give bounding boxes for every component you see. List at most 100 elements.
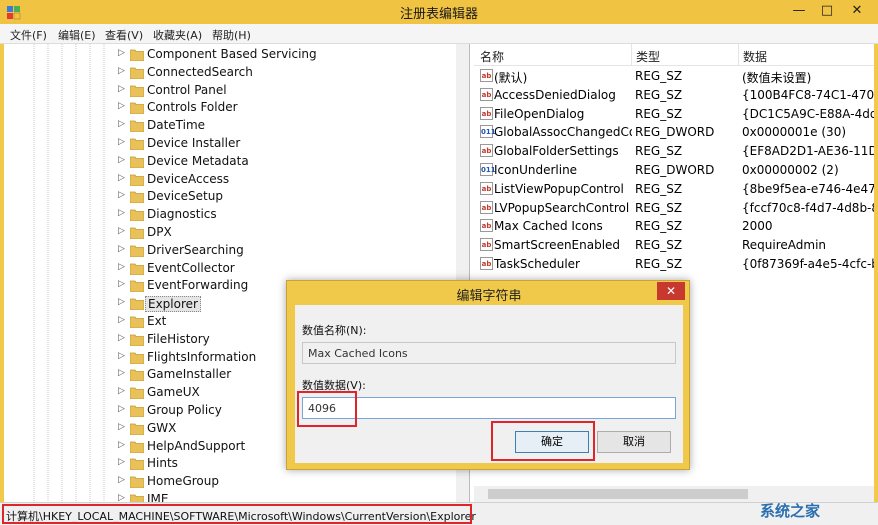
- tree-item-label: HomeGroup: [147, 474, 219, 489]
- expand-arrow-icon[interactable]: ▷: [118, 66, 125, 76]
- tree-item-label: Group Policy: [147, 403, 222, 417]
- expand-arrow-icon[interactable]: ▷: [118, 351, 125, 361]
- scrollbar-thumb[interactable]: [488, 489, 748, 499]
- column-separator[interactable]: [631, 44, 632, 66]
- column-data-header[interactable]: 数据: [743, 48, 767, 65]
- dialog-close-button[interactable]: ✕: [657, 282, 685, 300]
- menu-view[interactable]: 查看(V): [105, 27, 143, 43]
- expand-arrow-icon[interactable]: ▷: [118, 84, 125, 94]
- value-type-cell: REG_SZ: [635, 87, 683, 102]
- folder-icon: [130, 49, 144, 61]
- expand-arrow-icon[interactable]: ▷: [118, 422, 125, 432]
- tree-item-label: EventCollector: [147, 260, 235, 275]
- table-row[interactable]: 011 IconUnderline REG_DWORD 0x00000002 (2): [474, 161, 874, 180]
- column-separator[interactable]: [738, 44, 739, 66]
- table-row[interactable]: ab FileOpenDialog REG_SZ {DC1C5A9C-E88A-4dd…: [474, 105, 874, 124]
- value-data-cell: 0x0000001e (30): [742, 125, 847, 140]
- tree-item[interactable]: ▷ ConnectedSearch: [118, 64, 458, 82]
- list-header: 名称 类型 数据: [474, 44, 874, 66]
- cancel-button[interactable]: 取消: [597, 431, 671, 453]
- table-row[interactable]: 011GlobalAssocChangedCo...REG_DWORD 0x000…: [474, 123, 874, 142]
- tree-item[interactable]: ▷ DeviceSetup: [118, 188, 458, 206]
- value-data-cell: {DC1C5A9C-E88A-4dde-A: [742, 106, 874, 121]
- tree-item[interactable]: ▷ DeviceAccess: [118, 171, 458, 189]
- table-row[interactable]: ab AccessDeniedDialog REG_SZ {100B4FC8-74C1…: [474, 86, 874, 105]
- tree-item[interactable]: ▷ Device Metadata: [118, 153, 458, 171]
- menu-file[interactable]: 文件(F): [10, 27, 47, 43]
- folder-icon: [130, 174, 144, 186]
- value-data-input[interactable]: 4096: [302, 397, 676, 419]
- close-window-button[interactable]: ✕: [844, 2, 870, 20]
- expand-arrow-icon[interactable]: ▷: [118, 315, 125, 325]
- expand-arrow-icon[interactable]: ▷: [118, 333, 125, 343]
- value-data-cell: (数值未设置): [742, 71, 812, 85]
- menu-bar: 文件(F) 编辑(E) 查看(V) 收藏夹(A) 帮助(H): [0, 24, 878, 44]
- tree-item[interactable]: ▷ DateTime: [118, 117, 458, 135]
- tree-item[interactable]: ▷ Diagnostics: [118, 206, 458, 224]
- expand-arrow-icon[interactable]: ▷: [118, 119, 125, 129]
- expand-arrow-icon[interactable]: ▷: [118, 297, 125, 307]
- tree-item-label: Explorer: [145, 296, 201, 313]
- tree-item[interactable]: ▷ Component Based Servicing: [118, 46, 458, 64]
- folder-icon: [130, 280, 144, 293]
- expand-arrow-icon[interactable]: ▷: [118, 244, 125, 254]
- table-row[interactable]: ab GlobalFolderSettings REG_SZ {EF8AD2D1-AE…: [474, 142, 874, 161]
- expand-arrow-icon[interactable]: ▷: [118, 137, 125, 147]
- column-name-header[interactable]: 名称: [480, 48, 504, 65]
- expand-arrow-icon[interactable]: ▷: [118, 226, 125, 236]
- value-type-cell: REG_SZ: [635, 219, 683, 234]
- tree-item[interactable]: ▷ HomeGroup: [118, 473, 458, 491]
- table-row[interactable]: ab SmartScreenEnabled REG_SZ RequireAdmin: [474, 236, 874, 255]
- tree-item[interactable]: ▷ IME: [118, 491, 458, 502]
- tree-item-label: EventForwarding: [147, 278, 249, 293]
- table-row[interactable]: ab TaskScheduler REG_SZ {0f87369f-a4e5-4cfc…: [474, 255, 874, 274]
- minimize-button[interactable]: —: [786, 2, 812, 20]
- expand-arrow-icon[interactable]: ▷: [118, 190, 125, 200]
- expand-arrow-icon[interactable]: ▷: [118, 440, 125, 450]
- maximize-button[interactable]: □: [814, 2, 840, 20]
- tree-item[interactable]: ▷ DriverSearching: [118, 242, 458, 260]
- value-name-cell: Max Cached Icons: [494, 219, 603, 234]
- table-row[interactable]: ab (默认) REG_SZ (数值未设置): [474, 67, 874, 86]
- expand-arrow-icon[interactable]: ▷: [118, 493, 125, 502]
- column-type-header[interactable]: 类型: [636, 48, 660, 65]
- expand-arrow-icon[interactable]: ▷: [118, 368, 125, 378]
- table-row[interactable]: ab ListViewPopupControl REG_SZ {8be9f5ea-e7…: [474, 180, 874, 199]
- value-type-cell: REG_SZ: [635, 181, 683, 196]
- value-type-cell: REG_DWORD: [635, 125, 715, 140]
- menu-edit[interactable]: 编辑(E): [58, 27, 96, 43]
- menu-favorites[interactable]: 收藏夹(A): [153, 27, 202, 43]
- expand-arrow-icon[interactable]: ▷: [118, 475, 125, 485]
- value-type-cell: REG_SZ: [635, 238, 683, 253]
- expand-arrow-icon[interactable]: ▷: [118, 48, 125, 58]
- tree-item-label: Ext: [147, 314, 167, 328]
- folder-icon: [130, 102, 144, 115]
- tree-item[interactable]: ▷ Control Panel: [118, 82, 458, 100]
- table-row[interactable]: ab Max Cached Icons REG_SZ 2000: [474, 217, 874, 236]
- tree-item-label: GameUX: [147, 385, 200, 400]
- expand-arrow-icon[interactable]: ▷: [118, 457, 125, 467]
- tree-item-label: Component Based Servicing: [147, 47, 317, 61]
- tree-item-label: GWX: [147, 420, 177, 435]
- expand-arrow-icon[interactable]: ▷: [118, 279, 125, 289]
- tree-item[interactable]: ▷ EventCollector: [118, 260, 458, 278]
- tree-item[interactable]: ▷ Controls Folder: [118, 99, 458, 117]
- tree-item[interactable]: ▷ DPX: [118, 224, 458, 242]
- tree-item-label: DriverSearching: [147, 242, 244, 257]
- table-row[interactable]: ab LVPopupSearchControl REG_SZ {fccf70c8-f4…: [474, 199, 874, 218]
- expand-arrow-icon[interactable]: ▷: [118, 155, 125, 165]
- tree-item[interactable]: ▷ Device Installer: [118, 135, 458, 153]
- expand-arrow-icon[interactable]: ▷: [118, 386, 125, 396]
- expand-arrow-icon[interactable]: ▷: [118, 262, 125, 272]
- value-name-cell: GlobalAssocChangedCo...: [494, 125, 632, 140]
- expand-arrow-icon[interactable]: ▷: [118, 208, 125, 218]
- expand-arrow-icon[interactable]: ▷: [118, 173, 125, 183]
- expand-arrow-icon[interactable]: ▷: [118, 101, 125, 111]
- menu-help[interactable]: 帮助(H): [212, 27, 251, 43]
- value-data-cell: {fccf70c8-f4d7-4d8b-8c17: [742, 200, 874, 215]
- tree-item-label: Device Installer: [147, 136, 241, 150]
- expand-arrow-icon[interactable]: ▷: [118, 404, 125, 414]
- value-name-cell: AccessDeniedDialog: [494, 87, 616, 102]
- folder-icon: [130, 369, 144, 382]
- value-name-cell: SmartScreenEnabled: [494, 238, 621, 253]
